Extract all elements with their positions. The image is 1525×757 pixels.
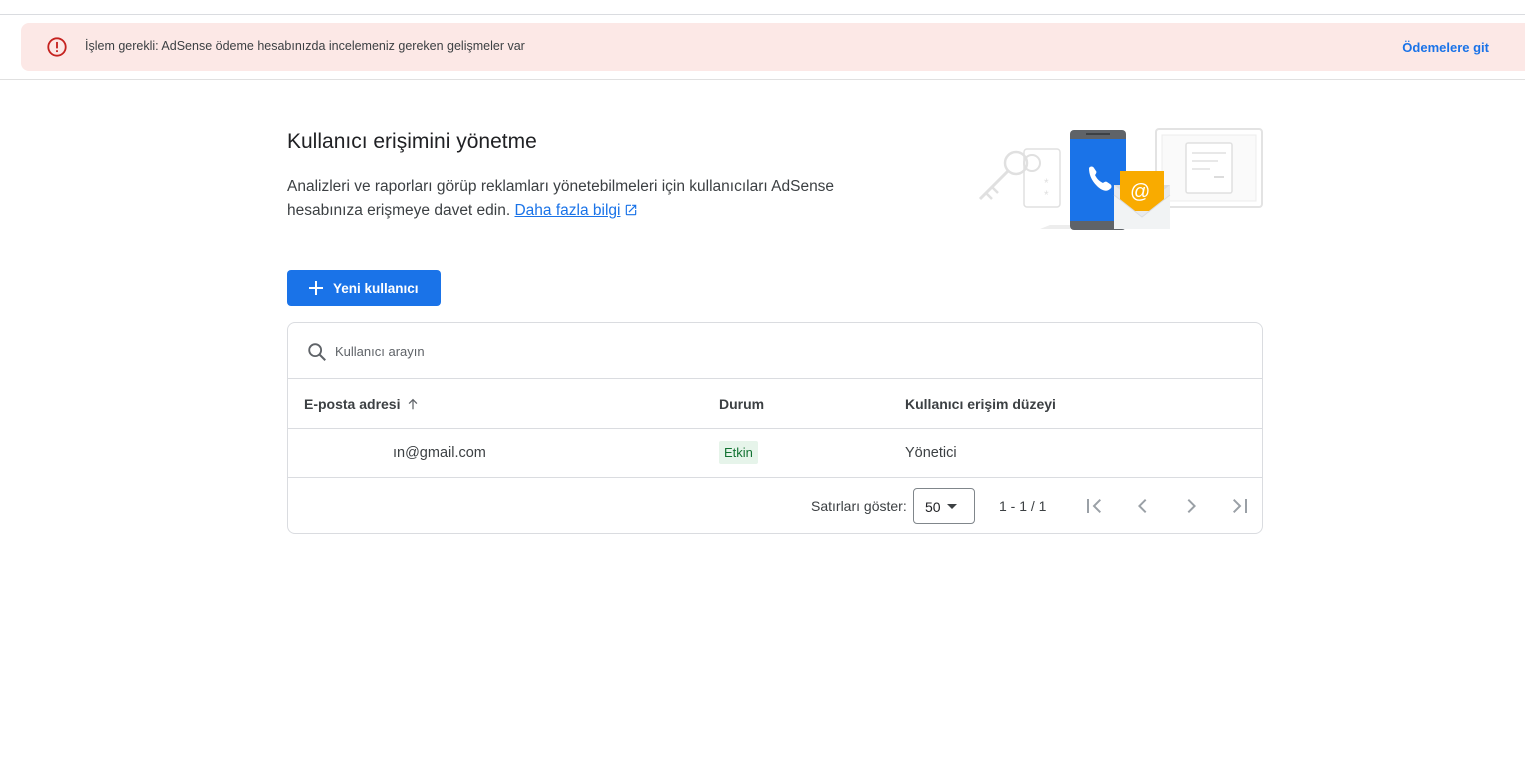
column-status-header: Durum	[719, 396, 765, 412]
learn-more-link[interactable]: Daha fazla bilgi	[514, 202, 620, 219]
go-to-payments-link[interactable]: Ödemelere git	[1402, 40, 1489, 55]
sort-ascending-icon	[409, 398, 418, 410]
table-header: E-posta adresi Durum Kullanıcı erişim dü…	[288, 380, 1262, 429]
table-row[interactable]: ın@gmail.com Etkin Yönetici	[288, 429, 1262, 478]
svg-text:@: @	[1130, 181, 1150, 203]
pagination-range: 1 - 1 / 1	[999, 498, 1047, 514]
previous-page-icon[interactable]	[1131, 494, 1155, 518]
new-user-button[interactable]: Yeni kullanıcı	[287, 270, 441, 306]
rows-per-page-select[interactable]: 50	[913, 488, 975, 524]
search-icon	[308, 343, 326, 361]
banner-divider	[0, 79, 1525, 80]
column-email-label: E-posta adresi	[304, 396, 401, 412]
user-access-illustration: * * @	[978, 128, 1263, 230]
page-description: Analizleri ve raporları görüp reklamları…	[287, 175, 887, 223]
column-access-level-header: Kullanıcı erişim düzeyi	[905, 396, 1056, 412]
users-table-card: E-posta adresi Durum Kullanıcı erişim dü…	[287, 322, 1263, 534]
user-search-bar	[288, 323, 1262, 379]
table-pagination: Satırları göster: 50 1 - 1 / 1	[288, 478, 1262, 534]
error-icon	[47, 37, 67, 57]
external-link-icon	[626, 204, 637, 216]
user-email: ın@gmail.com	[393, 445, 486, 461]
last-page-icon[interactable]	[1227, 494, 1251, 518]
access-level: Yönetici	[905, 445, 957, 461]
plus-icon	[309, 281, 323, 295]
svg-text:*: *	[1044, 188, 1049, 202]
banner-message: İşlem gerekli: AdSense ödeme hesabınızda…	[85, 39, 525, 53]
column-email-header[interactable]: E-posta adresi	[304, 396, 420, 412]
page-title: Kullanıcı erişimini yönetme	[287, 130, 537, 153]
user-search-input[interactable]	[335, 340, 935, 362]
status-badge: Etkin	[719, 441, 758, 464]
next-page-icon[interactable]	[1179, 494, 1203, 518]
learn-more-label: Daha fazla bilgi	[514, 202, 621, 219]
rows-per-page-value: 50	[925, 499, 941, 515]
top-divider	[0, 14, 1525, 15]
action-required-banner: İşlem gerekli: AdSense ödeme hesabınızda…	[21, 23, 1525, 71]
rows-per-page-label: Satırları göster:	[811, 498, 907, 514]
new-user-label: Yeni kullanıcı	[333, 281, 419, 296]
first-page-icon[interactable]	[1083, 494, 1107, 518]
dropdown-caret-icon	[947, 504, 957, 509]
